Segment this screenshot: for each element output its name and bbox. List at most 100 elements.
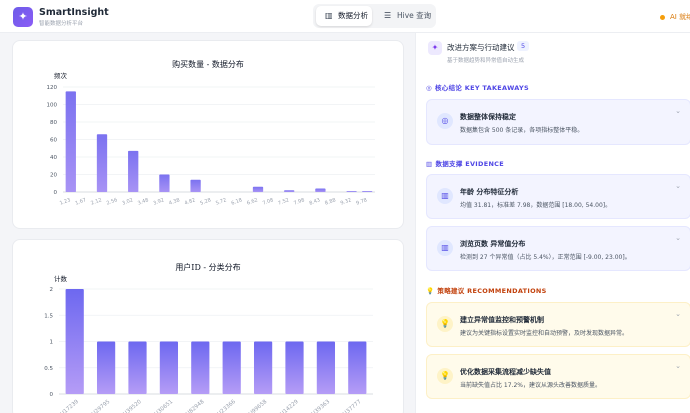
lightbulb-icon: 💡 (437, 316, 453, 332)
target-icon: ◎ (437, 113, 453, 129)
takeaway-card[interactable]: ◎ 数据整体保持稳定 数据集包含 500 条记录，各项指标整体平稳。 ⌄ (426, 99, 690, 145)
bar (96, 341, 116, 394)
x-tick-label: U14229 (279, 399, 300, 413)
y-tick-label: 40 (50, 155, 57, 161)
y-tick-label: 0 (54, 190, 58, 196)
y-tick-label: 60 (50, 138, 57, 144)
histogram-chart: 0 20 40 60 80 100 120 1.23 1.67 2.12 2.56 3.02 3.48 3… (47, 85, 375, 207)
database-icon: ☰ (384, 11, 392, 20)
evidence-card-pageviews[interactable]: ▥ 浏览页数 异常值分布 检测到 27 个异常值（占比 5.4%），正常范围 [… (426, 226, 690, 271)
section-label: 数据支撑 EVIDENCE (435, 160, 504, 168)
chevron-down-icon[interactable]: ⌄ (675, 182, 681, 190)
x-tick-label: 6.62 (246, 197, 259, 206)
bar (190, 179, 201, 192)
bar (252, 186, 264, 192)
x-tick-label: U17239 (60, 399, 81, 413)
x-tick-label: 3.02 (121, 197, 134, 206)
recommendation-card-monitoring[interactable]: 💡 建立异常值监控和预警机制 建议为关键指标设置实时监控和自动预警，及时发现数据… (426, 302, 690, 347)
chevron-down-icon[interactable]: ⌄ (675, 310, 681, 318)
y-tick-label: 0.5 (44, 366, 53, 372)
chart-card-purchase-quantity: 购买数量 - 数据分布 频次 0 20 40 60 80 100 120 1.23 1.67 2.… (12, 40, 404, 229)
x-tick-label: 7.98 (293, 197, 306, 206)
section-label: 核心结论 KEY TAKEAWAYS (434, 84, 529, 92)
x-tick-label: 3.92 (153, 197, 166, 206)
bar (159, 174, 170, 192)
bar (285, 341, 304, 394)
y-tick-label: 120 (47, 85, 58, 91)
target-icon: ◎ (426, 84, 432, 92)
insights-panel: ✦ 改进方案与行动建议 5 基于数据趋势和异常值自动生成 ◎ 核心结论 KEY T… (415, 33, 690, 413)
x-tick-label: 6.18 (231, 197, 244, 206)
x-tick-label: 1.23 (59, 197, 72, 206)
section-key-takeaways: ◎ 核心结论 KEY TAKEAWAYS (426, 82, 529, 92)
x-tick-label: 8.88 (324, 197, 337, 206)
x-tick-label: 9.78 (355, 197, 368, 206)
bar-chart-icon: ▥ (426, 160, 433, 168)
bar (191, 341, 210, 394)
x-tick-label: 8.43 (309, 197, 322, 206)
y-tick-label: 100 (47, 103, 58, 109)
x-tick-label: U30651 (154, 399, 174, 413)
x-tick-label: U39363 (311, 399, 332, 413)
x-tick-label: 5.28 (199, 197, 212, 206)
chart-card-user-id: 用户ID - 分类分布 计数 0 0.5 1 1.5 2 U17239 U29795 U395… (12, 239, 404, 413)
y-tick-label: 20 (50, 173, 57, 179)
chevron-down-icon[interactable]: ⌄ (675, 107, 681, 115)
bar (128, 150, 139, 192)
x-tick-label: 7.08 (262, 197, 275, 206)
chevron-down-icon[interactable]: ⌄ (675, 234, 681, 242)
x-tick-label: U82948 (185, 399, 206, 413)
bar (315, 188, 326, 192)
lightbulb-icon: 💡 (437, 368, 453, 384)
brand-name: SmartInsight (39, 7, 109, 18)
item-title: 浏览页数 异常值分布 (460, 240, 526, 248)
bar-chart-icon: ▥ (325, 11, 333, 20)
item-title: 年龄 分布特征分析 (460, 188, 519, 196)
tab-label: 数据分析 (338, 11, 368, 20)
x-tick-label: 4.38 (168, 197, 181, 206)
x-tick-label: U99658 (248, 399, 269, 413)
evidence-card-age[interactable]: ▥ 年龄 分布特征分析 均值 31.81，标准差 7.98，数据范围 [18.0… (426, 174, 690, 219)
bar (253, 341, 273, 394)
item-desc: 均值 31.81，标准差 7.98，数据范围 [18.00, 54.00]。 (460, 202, 612, 209)
x-tick-label: U39520 (122, 399, 143, 413)
sparkle-logo-icon: ✦ (13, 7, 33, 27)
x-tick-label: U29795 (91, 399, 112, 413)
x-tick-label: U23366 (217, 399, 238, 413)
view-tabs: ▥ 数据分析 ☰ Hive 查询 (313, 4, 436, 28)
x-tick-label: 4.82 (184, 197, 197, 206)
y-tick-label: 80 (50, 120, 57, 126)
x-tick-label: 5.72 (215, 197, 228, 206)
item-desc: 数据集包含 500 条记录，各项指标整体平稳。 (460, 127, 584, 134)
bar (346, 191, 357, 192)
tab-data-analysis[interactable]: ▥ 数据分析 (316, 6, 372, 26)
x-tick-label: 3.48 (137, 197, 150, 206)
ai-status: AI 就绪 (660, 12, 690, 22)
section-evidence: ▥ 数据支撑 EVIDENCE (426, 158, 504, 168)
bar (316, 341, 336, 394)
bar (96, 134, 108, 192)
x-tick-label: 7.52 (277, 197, 290, 206)
x-tick-label: 1.67 (75, 197, 88, 206)
tab-hive-query[interactable]: ☰ Hive 查询 (375, 6, 433, 26)
y-tick-label: 2 (50, 287, 54, 293)
x-tick-label: U37777 (342, 399, 363, 413)
section-label: 策略建议 RECOMMENDATIONS (437, 287, 547, 295)
item-title: 数据整体保持稳定 (460, 113, 516, 121)
status-text: AI 就绪 (670, 13, 690, 21)
y-tick-label: 1.5 (44, 313, 53, 319)
app-header: ✦ SmartInsight 智能数据分析平台 ▥ 数据分析 ☰ Hive 查询… (0, 0, 690, 33)
chevron-down-icon[interactable]: ⌄ (675, 362, 681, 370)
tab-label: Hive 查询 (397, 11, 432, 20)
recommendation-card-missing[interactable]: 💡 优化数据采集流程减少缺失值 当前缺失值占比 17.2%，建议从源头改善数据质… (426, 354, 690, 399)
x-tick-label: 2.12 (90, 197, 103, 206)
count-badge: 5 (517, 41, 530, 51)
y-tick-label: 0 (50, 392, 54, 398)
bar (284, 190, 295, 192)
bar (128, 341, 147, 394)
brand-subtitle: 智能数据分析平台 (39, 21, 84, 27)
section-recommendations: 💡 策略建议 RECOMMENDATIONS (426, 285, 547, 295)
lightbulb-icon: 💡 (426, 287, 435, 295)
item-desc: 检测到 27 个异常值（占比 5.4%），正常范围 [-9.00, 23.00]… (460, 254, 631, 261)
bar-chart-icon: ▥ (437, 188, 453, 204)
